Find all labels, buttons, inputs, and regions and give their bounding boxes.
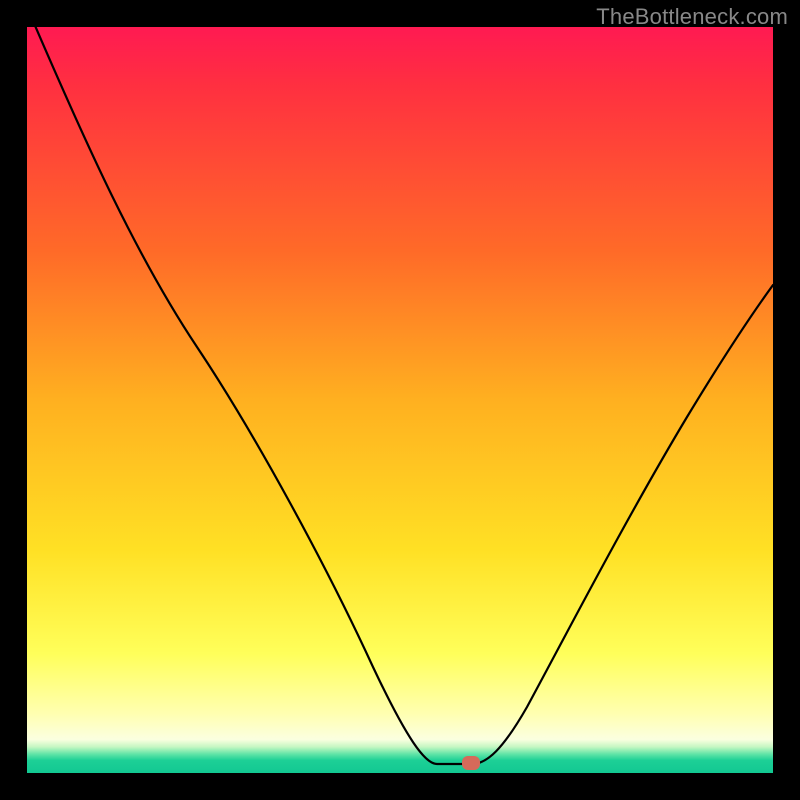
plot-area [27,27,773,773]
curve-path [27,27,773,764]
watermark-text: TheBottleneck.com [596,4,788,30]
optimal-marker [462,756,480,770]
bottleneck-curve [27,27,773,773]
chart-container: TheBottleneck.com [0,0,800,800]
